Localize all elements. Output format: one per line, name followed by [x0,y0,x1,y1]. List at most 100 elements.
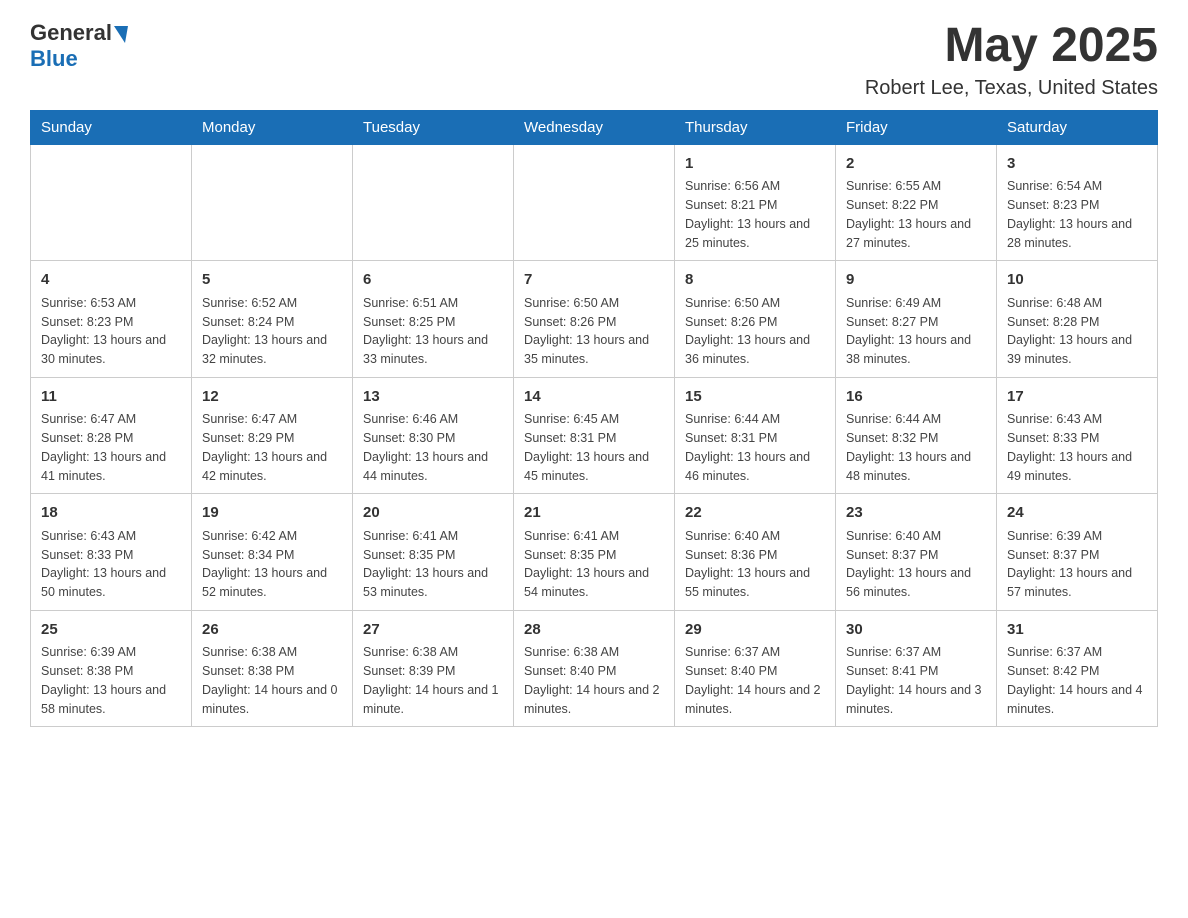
calendar-cell: 6Sunrise: 6:51 AM Sunset: 8:25 PM Daylig… [353,261,514,378]
day-info: Sunrise: 6:41 AM Sunset: 8:35 PM Dayligh… [363,527,503,602]
day-info: Sunrise: 6:47 AM Sunset: 8:29 PM Dayligh… [202,410,342,485]
calendar-cell: 5Sunrise: 6:52 AM Sunset: 8:24 PM Daylig… [192,261,353,378]
calendar-cell: 17Sunrise: 6:43 AM Sunset: 8:33 PM Dayli… [997,377,1158,494]
day-info: Sunrise: 6:45 AM Sunset: 8:31 PM Dayligh… [524,410,664,485]
day-number: 6 [363,269,503,292]
calendar-cell: 29Sunrise: 6:37 AM Sunset: 8:40 PM Dayli… [675,610,836,727]
day-number: 17 [1007,386,1147,409]
calendar-cell: 22Sunrise: 6:40 AM Sunset: 8:36 PM Dayli… [675,494,836,611]
calendar-cell: 20Sunrise: 6:41 AM Sunset: 8:35 PM Dayli… [353,494,514,611]
day-number: 19 [202,502,342,525]
calendar-cell: 3Sunrise: 6:54 AM Sunset: 8:23 PM Daylig… [997,144,1158,261]
calendar-cell [514,144,675,261]
day-info: Sunrise: 6:43 AM Sunset: 8:33 PM Dayligh… [41,527,181,602]
logo-blue: Blue [30,46,78,72]
day-number: 25 [41,619,181,642]
day-of-week-header: Sunday [31,110,192,144]
day-number: 7 [524,269,664,292]
day-of-week-header: Friday [836,110,997,144]
logo-general: General [30,20,112,46]
day-info: Sunrise: 6:38 AM Sunset: 8:40 PM Dayligh… [524,643,664,718]
day-number: 23 [846,502,986,525]
day-info: Sunrise: 6:40 AM Sunset: 8:37 PM Dayligh… [846,527,986,602]
day-number: 20 [363,502,503,525]
day-number: 4 [41,269,181,292]
day-number: 10 [1007,269,1147,292]
day-info: Sunrise: 6:56 AM Sunset: 8:21 PM Dayligh… [685,177,825,252]
day-number: 8 [685,269,825,292]
day-info: Sunrise: 6:54 AM Sunset: 8:23 PM Dayligh… [1007,177,1147,252]
calendar-cell: 28Sunrise: 6:38 AM Sunset: 8:40 PM Dayli… [514,610,675,727]
day-info: Sunrise: 6:37 AM Sunset: 8:40 PM Dayligh… [685,643,825,718]
day-info: Sunrise: 6:50 AM Sunset: 8:26 PM Dayligh… [685,294,825,369]
calendar-cell: 31Sunrise: 6:37 AM Sunset: 8:42 PM Dayli… [997,610,1158,727]
calendar-cell: 1Sunrise: 6:56 AM Sunset: 8:21 PM Daylig… [675,144,836,261]
day-of-week-header: Thursday [675,110,836,144]
logo-arrow-icon [114,26,128,43]
calendar-cell: 9Sunrise: 6:49 AM Sunset: 8:27 PM Daylig… [836,261,997,378]
calendar-cell: 30Sunrise: 6:37 AM Sunset: 8:41 PM Dayli… [836,610,997,727]
calendar-week-row: 4Sunrise: 6:53 AM Sunset: 8:23 PM Daylig… [31,261,1158,378]
calendar-cell: 12Sunrise: 6:47 AM Sunset: 8:29 PM Dayli… [192,377,353,494]
logo: General Blue [30,20,128,72]
calendar-cell: 18Sunrise: 6:43 AM Sunset: 8:33 PM Dayli… [31,494,192,611]
day-info: Sunrise: 6:50 AM Sunset: 8:26 PM Dayligh… [524,294,664,369]
calendar-cell: 16Sunrise: 6:44 AM Sunset: 8:32 PM Dayli… [836,377,997,494]
day-info: Sunrise: 6:37 AM Sunset: 8:41 PM Dayligh… [846,643,986,718]
day-info: Sunrise: 6:48 AM Sunset: 8:28 PM Dayligh… [1007,294,1147,369]
calendar-cell: 14Sunrise: 6:45 AM Sunset: 8:31 PM Dayli… [514,377,675,494]
calendar-title: May 2025 [865,20,1158,73]
day-info: Sunrise: 6:41 AM Sunset: 8:35 PM Dayligh… [524,527,664,602]
calendar-table: SundayMondayTuesdayWednesdayThursdayFrid… [30,110,1158,728]
day-info: Sunrise: 6:42 AM Sunset: 8:34 PM Dayligh… [202,527,342,602]
day-info: Sunrise: 6:52 AM Sunset: 8:24 PM Dayligh… [202,294,342,369]
calendar-cell: 8Sunrise: 6:50 AM Sunset: 8:26 PM Daylig… [675,261,836,378]
day-number: 12 [202,386,342,409]
calendar-cell: 4Sunrise: 6:53 AM Sunset: 8:23 PM Daylig… [31,261,192,378]
day-number: 11 [41,386,181,409]
day-number: 14 [524,386,664,409]
calendar-cell: 7Sunrise: 6:50 AM Sunset: 8:26 PM Daylig… [514,261,675,378]
calendar-week-row: 1Sunrise: 6:56 AM Sunset: 8:21 PM Daylig… [31,144,1158,261]
calendar-cell [31,144,192,261]
day-number: 21 [524,502,664,525]
calendar-cell: 2Sunrise: 6:55 AM Sunset: 8:22 PM Daylig… [836,144,997,261]
day-of-week-header: Wednesday [514,110,675,144]
day-info: Sunrise: 6:38 AM Sunset: 8:38 PM Dayligh… [202,643,342,718]
calendar-cell: 15Sunrise: 6:44 AM Sunset: 8:31 PM Dayli… [675,377,836,494]
day-number: 5 [202,269,342,292]
day-number: 18 [41,502,181,525]
day-info: Sunrise: 6:49 AM Sunset: 8:27 PM Dayligh… [846,294,986,369]
calendar-cell [353,144,514,261]
day-info: Sunrise: 6:44 AM Sunset: 8:32 PM Dayligh… [846,410,986,485]
title-block: May 2025 Robert Lee, Texas, United State… [865,20,1158,100]
day-number: 16 [846,386,986,409]
calendar-subtitle: Robert Lee, Texas, United States [865,77,1158,100]
day-number: 26 [202,619,342,642]
day-info: Sunrise: 6:38 AM Sunset: 8:39 PM Dayligh… [363,643,503,718]
calendar-cell: 13Sunrise: 6:46 AM Sunset: 8:30 PM Dayli… [353,377,514,494]
calendar-cell: 11Sunrise: 6:47 AM Sunset: 8:28 PM Dayli… [31,377,192,494]
day-number: 9 [846,269,986,292]
day-of-week-header: Saturday [997,110,1158,144]
day-info: Sunrise: 6:39 AM Sunset: 8:37 PM Dayligh… [1007,527,1147,602]
day-info: Sunrise: 6:40 AM Sunset: 8:36 PM Dayligh… [685,527,825,602]
day-info: Sunrise: 6:51 AM Sunset: 8:25 PM Dayligh… [363,294,503,369]
page-header: General Blue May 2025 Robert Lee, Texas,… [30,20,1158,100]
day-info: Sunrise: 6:55 AM Sunset: 8:22 PM Dayligh… [846,177,986,252]
day-number: 29 [685,619,825,642]
day-number: 28 [524,619,664,642]
calendar-cell: 19Sunrise: 6:42 AM Sunset: 8:34 PM Dayli… [192,494,353,611]
day-info: Sunrise: 6:43 AM Sunset: 8:33 PM Dayligh… [1007,410,1147,485]
day-of-week-header: Tuesday [353,110,514,144]
calendar-cell: 23Sunrise: 6:40 AM Sunset: 8:37 PM Dayli… [836,494,997,611]
calendar-week-row: 25Sunrise: 6:39 AM Sunset: 8:38 PM Dayli… [31,610,1158,727]
calendar-header-row: SundayMondayTuesdayWednesdayThursdayFrid… [31,110,1158,144]
day-number: 2 [846,153,986,176]
calendar-cell: 10Sunrise: 6:48 AM Sunset: 8:28 PM Dayli… [997,261,1158,378]
day-info: Sunrise: 6:39 AM Sunset: 8:38 PM Dayligh… [41,643,181,718]
day-number: 1 [685,153,825,176]
calendar-cell: 26Sunrise: 6:38 AM Sunset: 8:38 PM Dayli… [192,610,353,727]
day-of-week-header: Monday [192,110,353,144]
day-number: 30 [846,619,986,642]
